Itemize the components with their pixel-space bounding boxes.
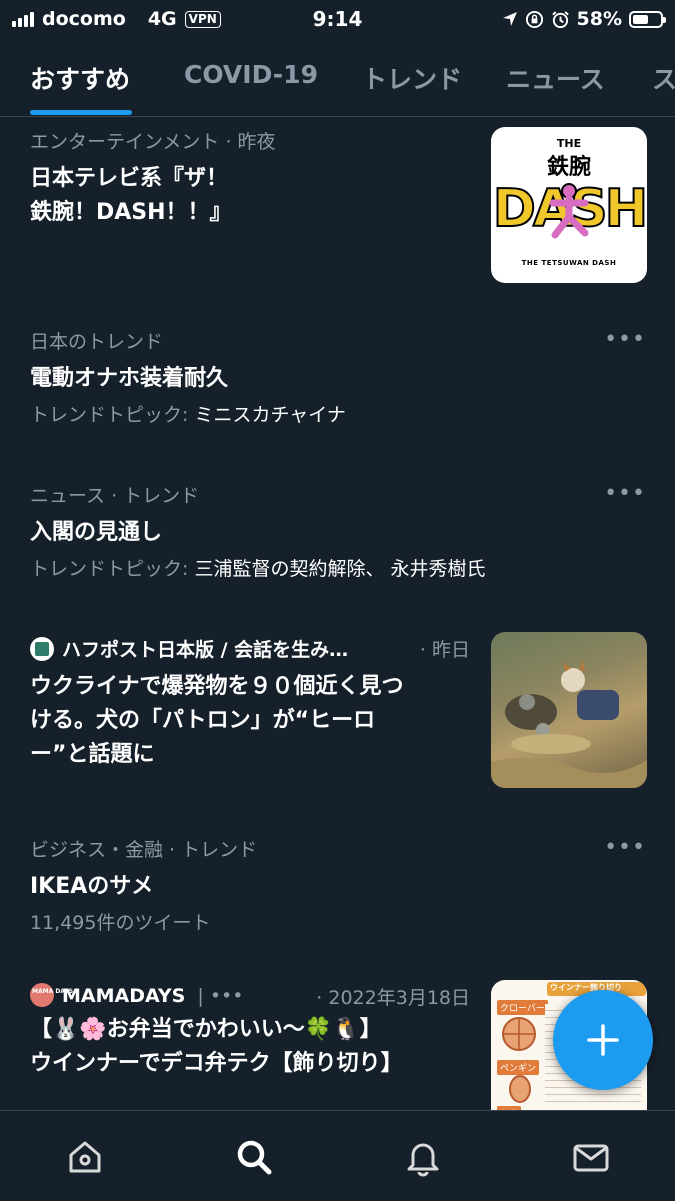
title-line: ける。犬の「パトロン」が“ヒーロ — [30, 708, 376, 733]
nav-messages-button[interactable] — [569, 1135, 613, 1179]
item-title: 電動オナホ装着耐久 — [30, 366, 229, 391]
item-subtitle: トレンドトピック: 三浦監督の契約解除、 永井秀樹氏 — [30, 554, 648, 581]
related-topic-link[interactable]: 三浦監督の契約解除、 永井秀樹氏 — [194, 558, 485, 580]
dash-runner-icon — [549, 183, 589, 239]
item-time: · 昨日 — [419, 639, 470, 661]
sub-label: トレンドトピック: — [30, 404, 195, 426]
nav-home-button[interactable] — [63, 1135, 107, 1179]
item-time: · 2022年3月18日 — [316, 987, 470, 1009]
explore-feed[interactable]: エンターテインメント · 昨夜 日本テレビ系『ザ！ 鉄腕！DASH！！』 THE… — [0, 117, 675, 1110]
sausage-icon — [509, 1075, 531, 1103]
related-topic-link[interactable]: ミニスカチャイナ — [194, 404, 345, 426]
thumb-step-label: クローバー — [497, 1000, 548, 1015]
item-title: 【🐰🌸お弁当でかわいい〜🍀🐧】 ウインナーでデコ弁テク【飾り切り】 — [30, 1013, 470, 1081]
item-meta: ニュース · トレンド — [30, 485, 200, 507]
status-right: 58% — [502, 8, 666, 30]
dash-logo-thumbnail[interactable]: THE 鉄腕 DASH THE TETSUWAN DASH — [491, 127, 647, 283]
thumb-step-label: ペンギン — [497, 1060, 540, 1075]
mamadays-logo-text: MAMA DAYS — [32, 988, 74, 995]
title-line: ウインナーでデコ弁テク【飾り切り】 — [30, 1051, 403, 1076]
item-meta: 日本のトレンド — [30, 331, 164, 353]
nav-search-button[interactable] — [232, 1135, 276, 1179]
notifications-icon — [407, 1143, 439, 1177]
more-options-button[interactable]: ••• — [604, 327, 646, 352]
title-line: ー”と話題に — [30, 742, 155, 767]
tab-trends[interactable]: トレンド — [362, 60, 462, 96]
source-extra: | ••• — [197, 985, 244, 1007]
tab-sports[interactable]: ス — [652, 60, 675, 96]
item-meta: ビジネス・金融 · トレンド — [30, 839, 258, 861]
home-icon — [69, 1141, 101, 1173]
nav-notifications-button[interactable] — [401, 1135, 445, 1179]
feed-item-ikea[interactable]: ビジネス・金融 · トレンド ••• IKEAのサメ 11,495件のツイート — [30, 835, 648, 935]
item-meta: MAMA DAYS MAMADAYS | ••• · 2022年3月18日 — [30, 983, 470, 1009]
compose-tweet-button[interactable] — [553, 990, 653, 1090]
rotation-lock-icon — [525, 10, 543, 28]
item-meta: ハフポスト日本版 / 会話を生み… · 昨日 — [30, 635, 470, 662]
plus-icon — [587, 1024, 619, 1056]
messages-icon — [573, 1144, 609, 1172]
dog-photo-thumbnail[interactable] — [491, 632, 647, 788]
huffpost-logo-icon — [30, 637, 54, 661]
title-line: ウクライナで爆発物を９０個近く見つ — [30, 674, 404, 699]
feed-item-trend[interactable]: 日本のトレンド ••• 電動オナホ装着耐久 トレンドトピック: ミニスカチャイナ — [30, 327, 648, 427]
more-options-button[interactable]: ••• — [604, 835, 646, 860]
more-options-button[interactable]: ••• — [604, 481, 646, 506]
tab-news[interactable]: ニュース — [506, 60, 605, 96]
sub-label: トレンドトピック: — [30, 558, 195, 580]
item-title: ウクライナで爆発物を９０個近く見つ ける。犬の「パトロン」が“ヒーロ ー”と話題… — [30, 670, 470, 772]
source-name: ハフポスト日本版 / 会話を生み… — [62, 639, 349, 661]
dog-photo-icon — [491, 660, 647, 788]
search-icon — [237, 1140, 272, 1175]
active-tab-indicator — [30, 110, 132, 115]
tweet-count: 11,495件のツイート — [30, 912, 211, 934]
tab-recommended[interactable]: おすすめ — [30, 60, 130, 96]
status-bar: docomo 4G VPN 9:14 58% — [0, 0, 675, 38]
title-line: 【🐰🌸お弁当でかわいい〜🍀🐧】 — [30, 1017, 382, 1042]
location-icon — [502, 12, 517, 26]
logo-kanji: 鉄腕 — [546, 155, 591, 180]
bottom-navigation — [0, 1110, 675, 1201]
battery-icon — [629, 10, 666, 28]
item-title: 入閣の見通し — [30, 520, 163, 545]
explore-tabs: おすすめ COVID-19 トレンド ニュース ス — [0, 40, 675, 117]
item-subtitle: トレンドトピック: ミニスカチャイナ — [30, 400, 648, 427]
tab-covid19[interactable]: COVID-19 — [184, 60, 318, 89]
battery-percent: 58% — [576, 8, 622, 30]
item-title: IKEAのサメ — [30, 874, 154, 899]
source-name: MAMADAYS — [62, 985, 186, 1007]
feed-item-news-trend[interactable]: ニュース · トレンド ••• 入閣の見通し トレンドトピック: 三浦監督の契約… — [30, 481, 648, 581]
mamadays-logo-icon: MAMA DAYS — [30, 983, 74, 1007]
sausage-icon — [502, 1017, 536, 1051]
logo-caption: THE TETSUWAN DASH — [521, 259, 617, 267]
alarm-icon — [551, 10, 569, 28]
